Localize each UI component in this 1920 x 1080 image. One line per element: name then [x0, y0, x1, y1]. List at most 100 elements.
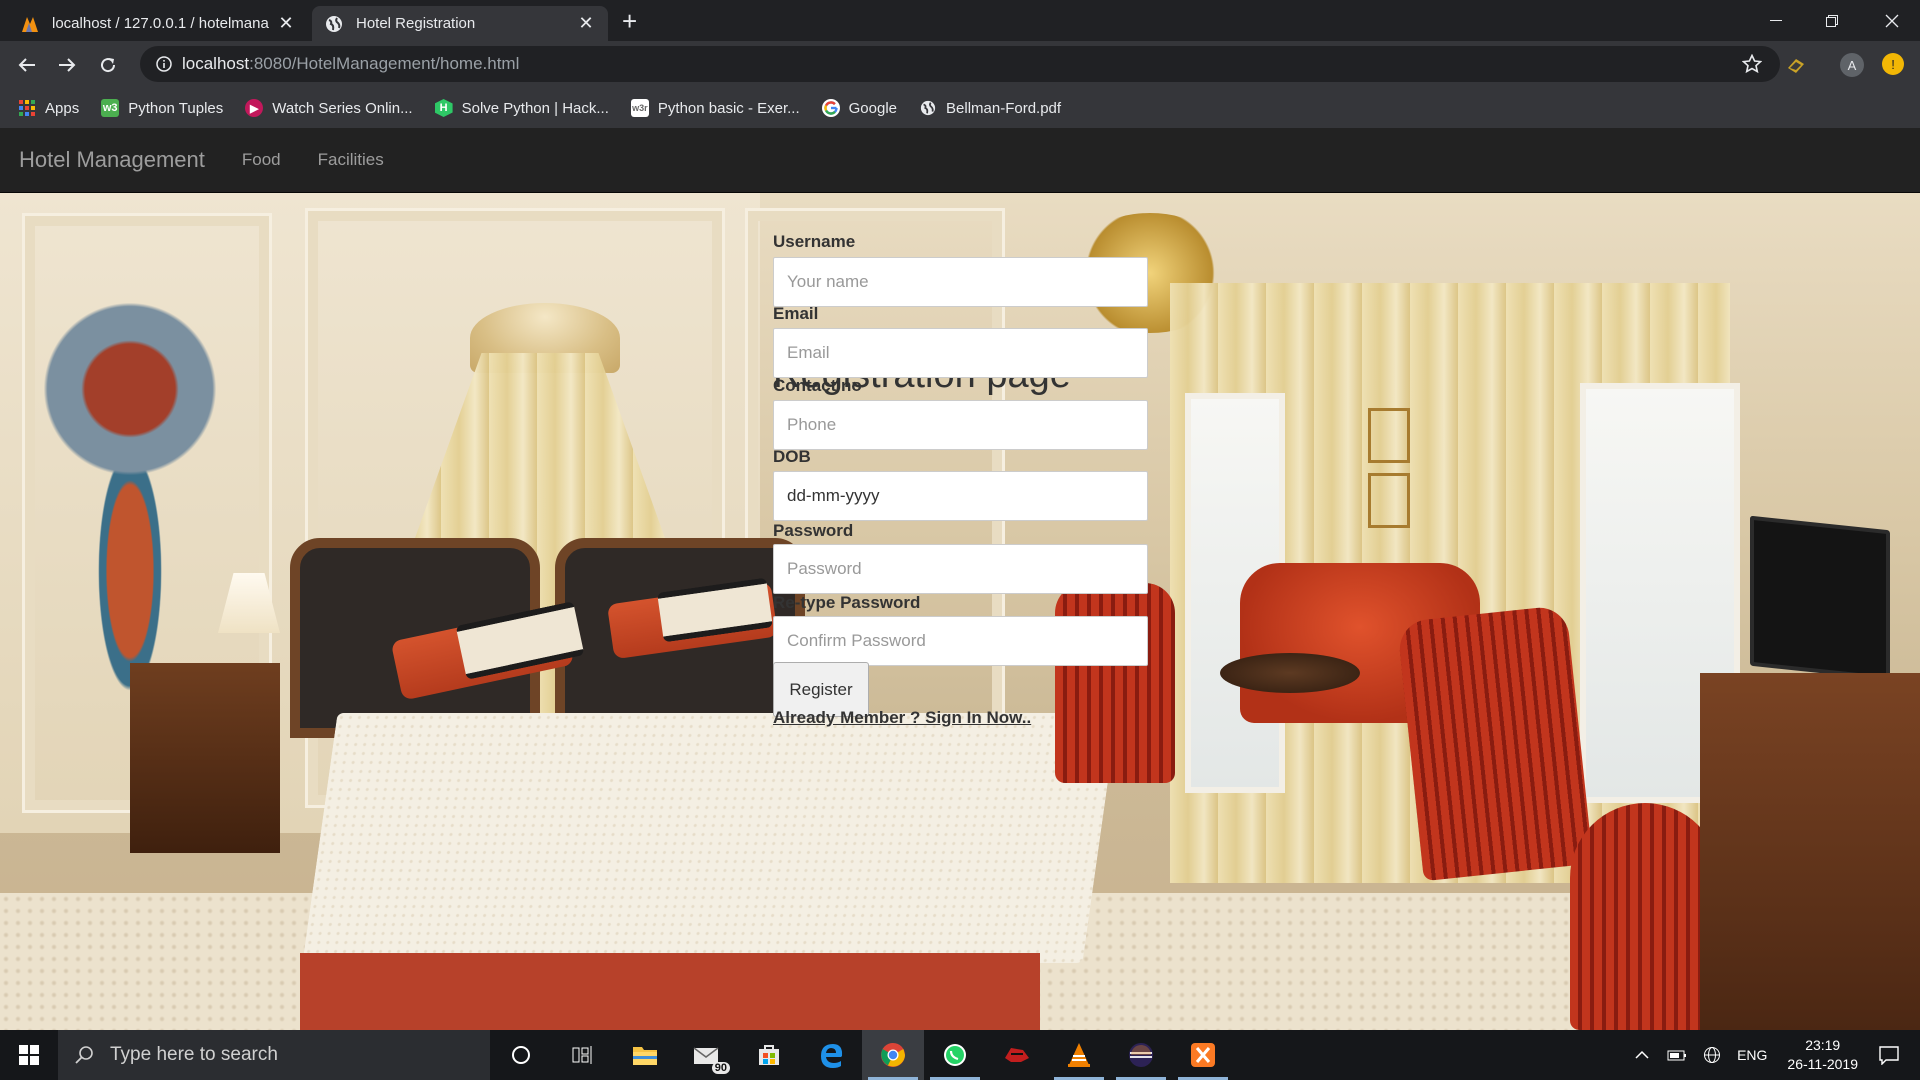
username-label: Username [773, 232, 856, 251]
battery-icon[interactable] [1665, 1048, 1687, 1062]
hackerrank-icon: H [434, 99, 453, 117]
dob-label: DOB [773, 447, 811, 466]
bookmark-label: Apps [45, 99, 80, 117]
contact-label: Contact no [773, 376, 862, 395]
chevron-up-icon[interactable] [1635, 1050, 1649, 1060]
clock-time: 23:19 [1805, 1037, 1841, 1053]
bookmark-bellman-ford[interactable]: Bellman-Ford.pdf [919, 99, 1061, 117]
windows-taskbar: Type here to search 90 ENG 23:19 26-11-2… [0, 1030, 1920, 1080]
taskbar-search-input[interactable]: Type here to search [58, 1030, 490, 1080]
bookmark-star-icon[interactable] [1741, 53, 1763, 79]
bookmark-google[interactable]: Google [821, 99, 898, 117]
task-view-icon[interactable] [552, 1030, 614, 1080]
profile-avatar[interactable]: A [1840, 53, 1864, 77]
reload-icon[interactable] [94, 51, 122, 79]
dob-date-input[interactable]: dd-mm-yyyy [773, 471, 1148, 521]
username-input[interactable] [773, 257, 1148, 307]
url-host: localhost [182, 54, 250, 73]
globe-icon [919, 99, 937, 117]
retype-password-label: Re-type Password [773, 593, 921, 612]
bookmark-label: Watch Series Onlin... [272, 99, 413, 117]
forward-arrow-icon[interactable] [53, 51, 81, 79]
email-label: Email [773, 304, 819, 323]
bookmark-watch-series[interactable]: ▶ Watch Series Onlin... [245, 99, 413, 117]
close-window-icon[interactable] [1864, 0, 1920, 41]
taskbar-search-placeholder: Type here to search [110, 1044, 278, 1065]
bookmark-label: Solve Python | Hack... [461, 99, 609, 117]
extension-icon[interactable] [1784, 53, 1808, 77]
navbar-brand[interactable]: Hotel Management [19, 147, 205, 173]
mail-icon[interactable]: 90 [676, 1030, 738, 1080]
edge-icon[interactable] [800, 1030, 862, 1080]
bed-skirt [300, 953, 1040, 1030]
page-viewport: Hotel Management Food Facilities Usernam… [0, 128, 1920, 1030]
bookmark-label: Google [848, 99, 898, 117]
phone-input[interactable] [773, 400, 1148, 450]
bookmark-apps[interactable]: Apps [18, 99, 79, 117]
site-navbar: Hotel Management Food Facilities [0, 128, 1920, 193]
play-icon: ▶ [245, 99, 264, 117]
apps-grid-icon [18, 99, 36, 117]
url-text: localhost:8080/HotelManagement/home.html [182, 54, 519, 74]
whatsapp-icon[interactable] [924, 1030, 986, 1080]
nav-link-food[interactable]: Food [242, 150, 281, 170]
new-tab-icon[interactable]: + [622, 8, 637, 34]
wall-frame [1368, 408, 1410, 463]
minimize-icon[interactable] [1748, 0, 1804, 41]
game-app-icon[interactable] [986, 1030, 1048, 1080]
password-input[interactable] [773, 544, 1148, 594]
wall-frame [1368, 473, 1410, 528]
xampp-icon[interactable] [1172, 1030, 1234, 1080]
back-arrow-icon[interactable] [13, 51, 41, 79]
tab-title: Hotel Registration [356, 15, 476, 32]
system-tray: ENG 23:19 26-11-2019 [1627, 1030, 1920, 1080]
bookmark-hackerrank[interactable]: H Solve Python | Hack... [434, 99, 609, 117]
url-path: :8080/HotelManagement/home.html [249, 54, 520, 73]
armchair [1570, 803, 1720, 1030]
update-menu-icon[interactable]: ! [1882, 53, 1904, 75]
tab-hotel-registration[interactable]: Hotel Registration ✕ [312, 6, 608, 41]
sign-in-link[interactable]: Already Member ? Sign In Now.. [773, 708, 1031, 728]
bed [302, 713, 1118, 963]
language-indicator[interactable]: ENG [1737, 1047, 1767, 1063]
clock-date: 26-11-2019 [1787, 1056, 1858, 1072]
restore-icon[interactable] [1804, 0, 1860, 41]
windows-start-icon[interactable] [0, 1030, 58, 1080]
confirm-password-input[interactable] [773, 616, 1148, 666]
nightstand [130, 663, 280, 853]
taskbar-clock[interactable]: 23:19 26-11-2019 [1787, 1036, 1858, 1074]
password-label: Password [773, 521, 854, 540]
phpmyadmin-icon [20, 14, 40, 34]
nav-link-facilities[interactable]: Facilities [318, 150, 384, 170]
cortana-icon[interactable] [490, 1030, 552, 1080]
browser-toolbar: localhost:8080/HotelManagement/home.html… [0, 41, 1920, 88]
email-input[interactable] [773, 328, 1148, 378]
bookmarks-bar: Apps w3 Python Tuples ▶ Watch Series Onl… [0, 88, 1920, 128]
network-globe-icon[interactable] [1703, 1046, 1721, 1064]
file-explorer-icon[interactable] [614, 1030, 676, 1080]
notification-center-icon[interactable] [1878, 1045, 1900, 1065]
chrome-icon[interactable] [862, 1030, 924, 1080]
bookmark-label: Bellman-Ford.pdf [946, 99, 1062, 117]
site-info-icon[interactable] [146, 56, 182, 72]
address-bar[interactable]: localhost:8080/HotelManagement/home.html [140, 46, 1780, 82]
vlc-icon[interactable] [1048, 1030, 1110, 1080]
bookmark-label: Python basic - Exer... [657, 99, 800, 117]
tab-phpmyadmin[interactable]: localhost / 127.0.0.1 / hotelmana ✕ [8, 6, 308, 41]
mail-count-badge: 90 [711, 1062, 730, 1074]
armchair [1396, 604, 1594, 882]
close-tab-icon[interactable]: ✕ [276, 13, 296, 34]
search-icon [75, 1046, 93, 1064]
bookmark-python-basic[interactable]: w3r Python basic - Exer... [630, 99, 800, 117]
w3r-icon: w3r [630, 99, 649, 117]
eclipse-icon[interactable] [1110, 1030, 1172, 1080]
w3-icon: w3 [101, 99, 120, 117]
bookmark-python-tuples[interactable]: w3 Python Tuples [101, 99, 223, 117]
tab-title: localhost / 127.0.0.1 / hotelmana [52, 15, 269, 32]
close-tab-icon[interactable]: ✕ [576, 13, 596, 34]
television [1750, 515, 1890, 681]
bookmark-label: Python Tuples [128, 99, 224, 117]
store-icon[interactable] [738, 1030, 800, 1080]
armchair [1055, 583, 1175, 783]
browser-tab-strip: localhost / 127.0.0.1 / hotelmana ✕ Hote… [0, 0, 1920, 41]
